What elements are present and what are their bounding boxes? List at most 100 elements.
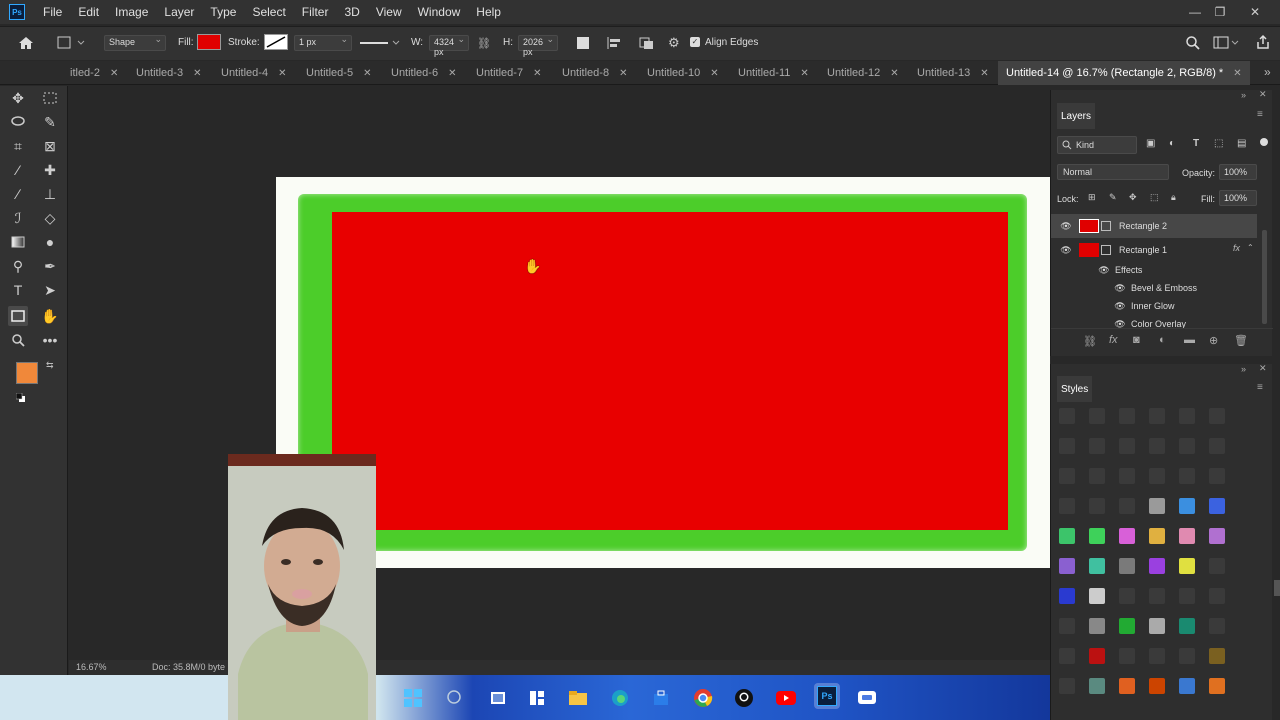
layer-row-rectangle-2[interactable]: 👁︎ Rectangle 2 [1051,214,1257,238]
menu-image[interactable]: Image [107,5,156,19]
menu-file[interactable]: File [35,5,70,19]
tab-untitled-8[interactable]: Untitled-8 ✕ [562,61,627,85]
tab-untitled-13[interactable]: Untitled-13 ✕ [917,61,989,85]
panel-menu-icon[interactable]: ≡ [1257,109,1263,120]
style-swatch[interactable] [1209,648,1225,664]
style-swatch[interactable] [1179,588,1195,604]
layers-scrollbar[interactable] [1262,230,1267,324]
photoshop-taskbar-icon[interactable]: Ps [814,683,840,709]
healing-brush-tool-icon[interactable]: ✚ [40,160,60,180]
style-swatch[interactable] [1179,558,1195,574]
fill-swatch[interactable] [197,34,221,50]
widgets-icon[interactable] [526,687,548,709]
height-field[interactable]: 2026 px [518,34,558,57]
style-swatch[interactable] [1089,648,1105,664]
style-swatch[interactable] [1119,498,1135,514]
style-swatch[interactable] [1179,648,1195,664]
zoom-level[interactable]: 16.67% [76,662,107,672]
style-swatch[interactable] [1119,438,1135,454]
style-swatch[interactable] [1209,498,1225,514]
close-tab-icon[interactable]: ✕ [278,68,286,79]
panel-menu-icon[interactable]: ≡ [1257,382,1263,393]
style-swatch[interactable] [1059,528,1075,544]
visibility-eye-icon[interactable]: 👁︎ [1113,301,1127,312]
close-tab-icon[interactable]: ✕ [890,68,898,79]
lock-transparent-icon[interactable]: ⊞ [1088,192,1096,203]
style-swatch[interactable] [1089,468,1105,484]
default-colors-icon[interactable] [15,389,25,402]
style-swatch[interactable] [1149,588,1165,604]
style-swatch[interactable] [1059,678,1075,694]
move-tool-icon[interactable]: ✥ [8,88,28,108]
style-swatch[interactable] [1149,528,1165,544]
style-swatch[interactable] [1149,408,1165,424]
visibility-eye-icon[interactable]: 👁︎ [1097,265,1111,276]
visibility-eye-icon[interactable]: 👁︎ [1059,245,1073,256]
stroke-width-dropdown[interactable]: 1 px [294,34,352,51]
collapse-panel-icon[interactable]: » [1241,90,1246,100]
close-tab-icon[interactable]: ✕ [980,68,988,79]
styles-tab[interactable]: Styles [1057,376,1093,402]
filter-type-icon[interactable]: T [1193,138,1199,149]
style-swatch[interactable] [1179,468,1195,484]
style-swatch[interactable] [1179,528,1195,544]
tab-untitled-3[interactable]: Untitled-3 ✕ [136,61,201,85]
task-view-icon[interactable] [487,687,509,709]
menu-type[interactable]: Type [202,5,244,19]
style-swatch[interactable] [1089,558,1105,574]
style-swatch[interactable] [1179,498,1195,514]
style-swatch[interactable] [1059,588,1075,604]
add-style-icon[interactable]: fx [1109,334,1118,346]
close-panel-icon[interactable]: ✕ [1259,89,1267,100]
crop-tool-icon[interactable]: ⌗ [8,136,28,156]
style-swatch[interactable] [1179,438,1195,454]
new-group-icon[interactable]: ▬ [1184,334,1195,346]
style-swatch[interactable] [1089,408,1105,424]
link-layers-icon[interactable]: ⛓ [1083,335,1097,348]
close-tab-icon[interactable]: ✕ [110,68,118,79]
tab-untitled-12[interactable]: Untitled-12 ✕ [827,61,899,85]
dodge-tool-icon[interactable]: ⚲ [8,256,28,276]
lock-position-icon[interactable]: ✥ [1129,192,1137,203]
style-swatch[interactable] [1179,618,1195,634]
style-swatch[interactable] [1119,678,1135,694]
menu-edit[interactable]: Edit [70,5,107,19]
style-swatch[interactable] [1059,648,1075,664]
add-mask-icon[interactable]: ◙ [1133,334,1140,346]
eyedropper-tool-icon[interactable]: ⁄ [8,160,28,180]
share-icon[interactable] [1255,34,1271,50]
style-swatch[interactable] [1089,438,1105,454]
style-swatch[interactable] [1119,468,1135,484]
windows-start-icon[interactable] [402,687,424,709]
lasso-tool-icon[interactable] [8,112,28,132]
close-tab-icon[interactable]: ✕ [710,68,718,79]
close-icon[interactable]: ✕ [1240,0,1270,24]
new-adjustment-icon[interactable]: ◐ [1159,334,1166,346]
style-swatch[interactable] [1059,438,1075,454]
tab-untitled-6[interactable]: Untitled-6 ✕ [391,61,456,85]
close-panel-icon[interactable]: ✕ [1259,363,1267,374]
fill-field[interactable]: 100% [1219,190,1257,206]
style-swatch[interactable] [1119,588,1135,604]
foreground-color-swatch[interactable] [16,362,38,384]
style-swatch[interactable] [1059,498,1075,514]
chrome-icon[interactable] [692,687,714,709]
opacity-field[interactable]: 100% [1219,164,1257,180]
menu-view[interactable]: View [368,5,410,19]
style-swatch[interactable] [1209,678,1225,694]
width-field[interactable]: 4324 px [429,34,469,57]
tab-untitled-10[interactable]: Untitled-10 ✕ [647,61,719,85]
canvas-area[interactable]: ✋ [69,86,1050,660]
layer-name[interactable]: Rectangle 2 [1119,221,1167,231]
style-swatch[interactable] [1059,618,1075,634]
chat-app-icon[interactable] [856,687,878,709]
photoshop-logo[interactable]: Ps [9,4,25,20]
path-operations-icon[interactable] [577,37,589,49]
right-edge-scroll[interactable] [1274,580,1280,596]
type-tool-icon[interactable]: T [8,280,28,300]
style-swatch[interactable] [1149,468,1165,484]
style-swatch[interactable] [1089,588,1105,604]
history-brush-tool-icon[interactable]: ℐ [8,208,28,228]
style-swatch[interactable] [1059,558,1075,574]
tab-untitled-7[interactable]: Untitled-7 ✕ [476,61,541,85]
